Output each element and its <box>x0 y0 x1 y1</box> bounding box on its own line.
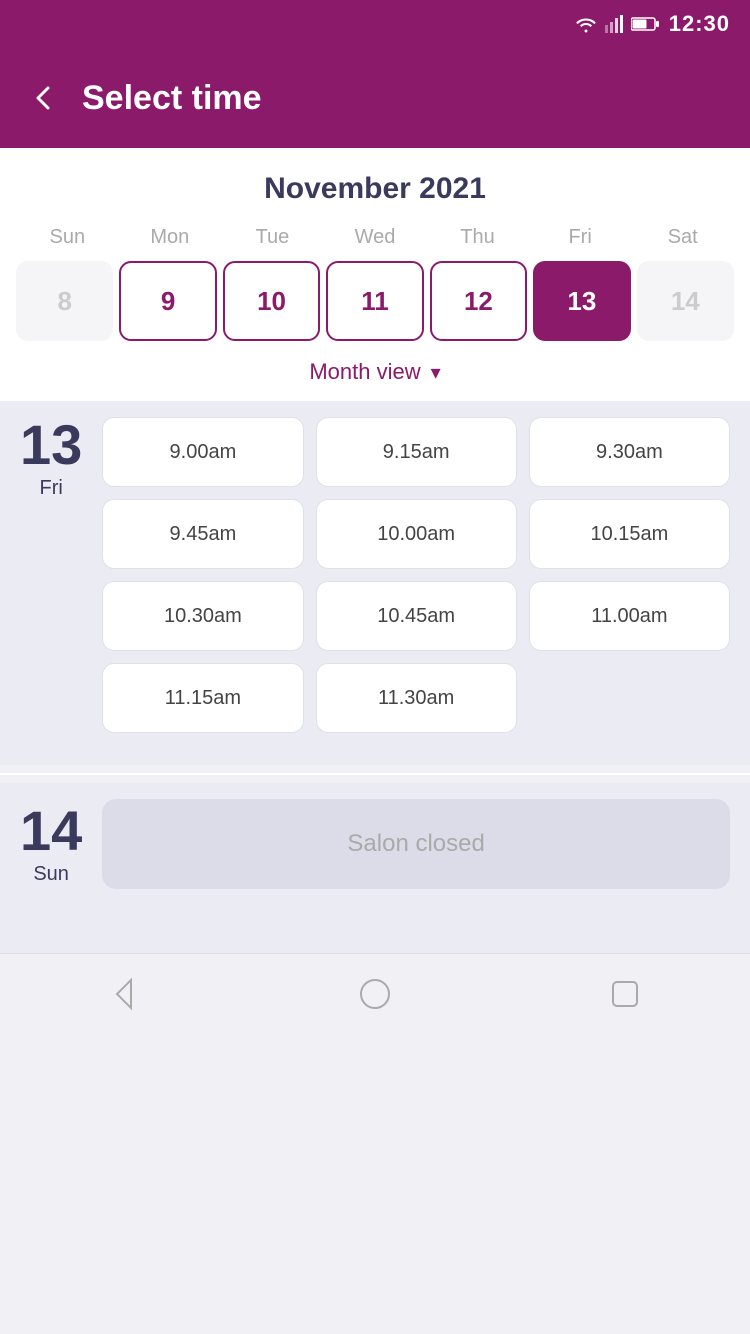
month-year-label: November 2021 <box>16 172 734 206</box>
bottom-navigation <box>0 953 750 1033</box>
nav-recent-button[interactable] <box>607 976 643 1012</box>
salon-closed-text: Salon closed <box>347 830 484 858</box>
weekday-thu: Thu <box>426 226 529 249</box>
time-slot-1015am[interactable]: 10.15am <box>529 499 730 569</box>
time-slot-1045am[interactable]: 10.45am <box>316 581 517 651</box>
day-10[interactable]: 10 <box>223 261 320 341</box>
day-12[interactable]: 12 <box>430 261 527 341</box>
wifi-icon <box>575 15 597 33</box>
app-header: Select time <box>0 48 750 148</box>
time-slots-grid-13: 9.00am 9.15am 9.30am 9.45am 10.00am 10.1… <box>102 417 730 733</box>
chevron-down-icon: ▾ <box>431 360 441 385</box>
calendar-section: November 2021 Sun Mon Tue Wed Thu Fri Sa… <box>0 148 750 401</box>
day-number-14: 14 <box>20 803 82 859</box>
time-slot-930am[interactable]: 9.30am <box>529 417 730 487</box>
day-number-13: 13 <box>20 417 82 473</box>
time-slot-945am[interactable]: 9.45am <box>102 499 303 569</box>
battery-icon <box>631 17 659 31</box>
day-13-label: 13 Fri <box>20 417 82 500</box>
day-name-sun: Sun <box>33 863 69 886</box>
status-time: 12:30 <box>669 11 730 37</box>
month-view-label: Month view <box>309 359 420 385</box>
salon-closed-box: Salon closed <box>102 799 730 889</box>
day-14-label: 14 Sun <box>20 803 82 886</box>
time-slot-1115am[interactable]: 11.15am <box>102 663 303 733</box>
page-title: Select time <box>82 79 262 118</box>
day-8[interactable]: 8 <box>16 261 113 341</box>
time-slot-1130am[interactable]: 11.30am <box>316 663 517 733</box>
time-section-14: 14 Sun Salon closed <box>0 783 750 913</box>
nav-back-button[interactable] <box>107 976 143 1012</box>
weekday-tue: Tue <box>221 226 324 249</box>
weekday-sun: Sun <box>16 226 119 249</box>
month-view-toggle[interactable]: Month view ▾ <box>16 359 734 385</box>
time-slot-915am[interactable]: 9.15am <box>316 417 517 487</box>
weekday-fri: Fri <box>529 226 632 249</box>
signal-icon <box>605 15 623 33</box>
section-divider <box>0 773 750 775</box>
back-triangle-icon <box>107 976 143 1012</box>
home-circle-icon <box>357 976 393 1012</box>
days-row: 8 9 10 11 12 13 14 <box>16 261 734 341</box>
status-bar: 12:30 <box>0 0 750 48</box>
day-14[interactable]: 14 <box>637 261 734 341</box>
time-slot-1100am[interactable]: 11.00am <box>529 581 730 651</box>
weekday-mon: Mon <box>119 226 222 249</box>
recent-square-icon <box>607 976 643 1012</box>
time-slot-900am[interactable]: 9.00am <box>102 417 303 487</box>
weekday-sat: Sat <box>631 226 734 249</box>
nav-home-button[interactable] <box>357 976 393 1012</box>
day-13-header: 13 Fri 9.00am 9.15am 9.30am 9.45am 10.00… <box>20 417 730 733</box>
time-section-13: 13 Fri 9.00am 9.15am 9.30am 9.45am 10.00… <box>0 401 750 765</box>
status-icons <box>575 15 659 33</box>
time-slot-1000am[interactable]: 10.00am <box>316 499 517 569</box>
day-name-fri: Fri <box>39 477 62 500</box>
day-13[interactable]: 13 <box>533 261 630 341</box>
back-button[interactable] <box>30 84 58 112</box>
weekday-wed: Wed <box>324 226 427 249</box>
day-9[interactable]: 9 <box>119 261 216 341</box>
day-11[interactable]: 11 <box>326 261 423 341</box>
time-slot-1030am[interactable]: 10.30am <box>102 581 303 651</box>
weekday-headers: Sun Mon Tue Wed Thu Fri Sat <box>16 226 734 249</box>
